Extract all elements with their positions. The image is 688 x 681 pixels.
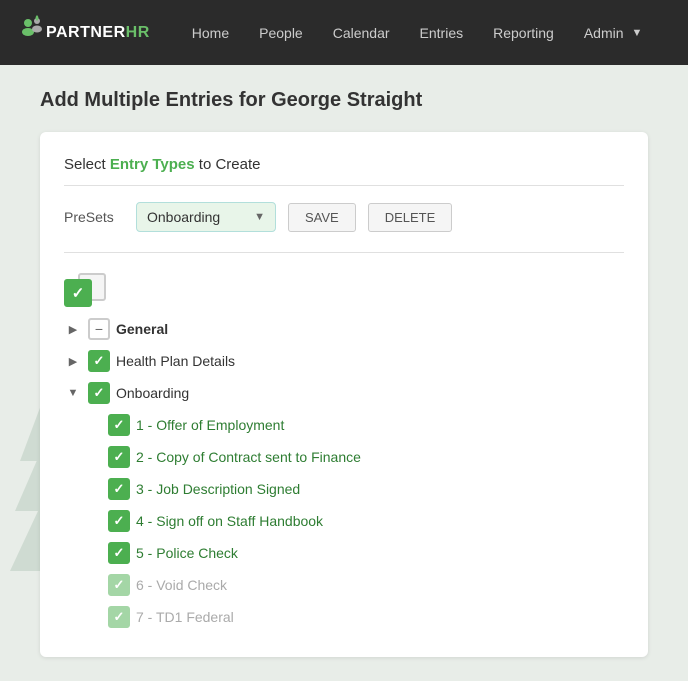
logo-text: PARTNERHR xyxy=(46,24,150,42)
logo-icon xyxy=(18,13,46,41)
admin-chevron-icon: ▼ xyxy=(632,27,643,39)
item-6-checkbox[interactable] xyxy=(108,574,130,596)
item-6-label: 6 - Void Check xyxy=(136,577,227,593)
stacked-checkbox-icons xyxy=(64,273,114,309)
item-5-label: 5 - Police Check xyxy=(136,545,238,561)
card-header-accent: Entry Types xyxy=(110,156,195,173)
general-label: General xyxy=(116,321,168,337)
nav-admin[interactable]: Admin ▼ xyxy=(572,19,655,47)
main-content: Add Multiple Entries for George Straight… xyxy=(0,65,688,681)
tree-item-3[interactable]: 3 - Job Description Signed xyxy=(108,473,624,505)
onboarding-expand-icon[interactable]: ▼ xyxy=(64,384,82,402)
presets-selected-value: Onboarding xyxy=(147,209,220,225)
navbar: PARTNERHR Home People Calendar Entries R… xyxy=(0,0,688,65)
item-7-checkbox[interactable] xyxy=(108,606,130,628)
item-5-checkbox[interactable] xyxy=(108,542,130,564)
item-4-checkbox[interactable] xyxy=(108,510,130,532)
save-button[interactable]: SAVE xyxy=(288,203,356,232)
tree-item-health-plan[interactable]: ▶ Health Plan Details xyxy=(64,345,624,377)
general-checkbox[interactable] xyxy=(88,318,110,340)
onboarding-children: 1 - Offer of Employment 2 - Copy of Cont… xyxy=(108,409,624,633)
general-expand-icon[interactable]: ▶ xyxy=(64,320,82,338)
item-1-label: 1 - Offer of Employment xyxy=(136,417,284,433)
tree-item-1[interactable]: 1 - Offer of Employment xyxy=(108,409,624,441)
health-plan-label: Health Plan Details xyxy=(116,353,235,369)
card-header: Select Entry Types to Create xyxy=(64,156,624,186)
delete-button[interactable]: DELETE xyxy=(368,203,453,232)
item-4-label: 4 - Sign off on Staff Handbook xyxy=(136,513,323,529)
tree-item-onboarding[interactable]: ▼ Onboarding xyxy=(64,377,624,409)
presets-label: PreSets xyxy=(64,209,124,225)
item-2-label: 2 - Copy of Contract sent to Finance xyxy=(136,449,361,465)
item-3-label: 3 - Job Description Signed xyxy=(136,481,300,497)
item-2-checkbox[interactable] xyxy=(108,446,130,468)
onboarding-label: Onboarding xyxy=(116,385,189,401)
tree-item-5[interactable]: 5 - Police Check xyxy=(108,537,624,569)
nav-people[interactable]: People xyxy=(247,19,315,47)
tree-item-2[interactable]: 2 - Copy of Contract sent to Finance xyxy=(108,441,624,473)
presets-dropdown[interactable]: Onboarding ▼ xyxy=(136,202,276,232)
nav-calendar[interactable]: Calendar xyxy=(321,19,402,47)
presets-chevron-icon: ▼ xyxy=(254,211,265,223)
checkbox-front-icon xyxy=(64,279,92,307)
card: Select Entry Types to Create PreSets Onb… xyxy=(40,132,648,657)
tree-item-6[interactable]: 6 - Void Check xyxy=(108,569,624,601)
nav-links: Home People Calendar Entries Reporting A… xyxy=(180,19,655,47)
page-title: Add Multiple Entries for George Straight xyxy=(40,89,648,112)
tree-item-4[interactable]: 4 - Sign off on Staff Handbook xyxy=(108,505,624,537)
nav-entries[interactable]: Entries xyxy=(408,19,476,47)
logo: PARTNERHR xyxy=(16,13,150,53)
item-7-label: 7 - TD1 Federal xyxy=(136,609,234,625)
item-1-checkbox[interactable] xyxy=(108,414,130,436)
nav-home[interactable]: Home xyxy=(180,19,241,47)
tree-item-general[interactable]: ▶ General xyxy=(64,313,624,345)
health-plan-checkbox[interactable] xyxy=(88,350,110,372)
health-plan-expand-icon[interactable]: ▶ xyxy=(64,352,82,370)
onboarding-checkbox[interactable] xyxy=(88,382,110,404)
presets-row: PreSets Onboarding ▼ SAVE DELETE xyxy=(64,202,624,253)
nav-reporting[interactable]: Reporting xyxy=(481,19,566,47)
item-3-checkbox[interactable] xyxy=(108,478,130,500)
tree-item-7[interactable]: 7 - TD1 Federal xyxy=(108,601,624,633)
